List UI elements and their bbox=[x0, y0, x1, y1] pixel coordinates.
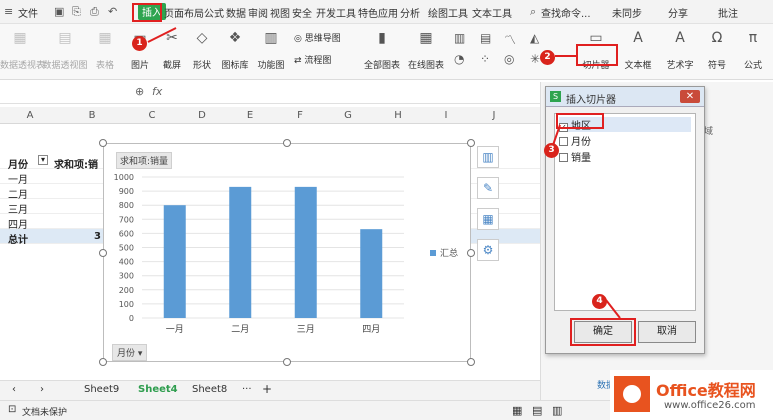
watermark-url: www.office26.com bbox=[664, 400, 756, 411]
annotation-arrows bbox=[147, 27, 621, 319]
step-badge: 4 bbox=[592, 294, 607, 309]
watermark: Office教程网 www.office26.com bbox=[610, 370, 773, 420]
office-logo-icon bbox=[614, 376, 650, 412]
watermark-brand: Office教程网 bbox=[656, 381, 756, 400]
step-badge: 3 bbox=[544, 143, 559, 158]
step-badge: 1 bbox=[132, 36, 147, 51]
step-badge: 2 bbox=[540, 50, 555, 65]
